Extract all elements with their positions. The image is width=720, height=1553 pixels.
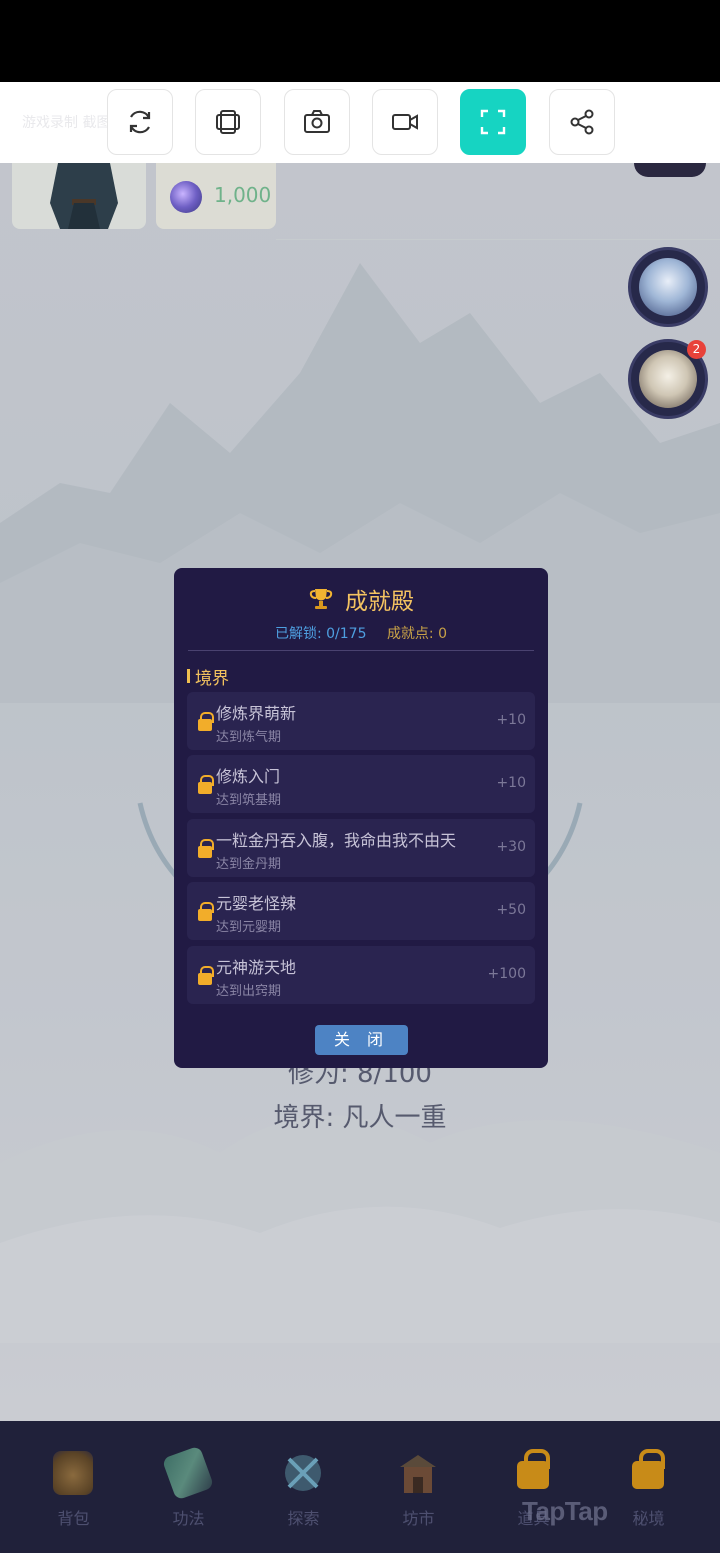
refresh-button[interactable] [107,89,173,155]
modal-header: 成就殿 [174,582,548,616]
rotate-screen-button[interactable] [195,89,261,155]
share-icon [570,109,594,135]
lock-icon [198,839,214,858]
achievement-desc: 达到金丹期 [216,857,282,872]
lock-icon [632,1449,665,1489]
lock-icon [198,775,214,794]
lock-icon [517,1449,550,1489]
section-marker [187,669,190,683]
achievement-reward: +10 [496,775,526,791]
profile-avatar[interactable] [634,163,706,177]
close-button[interactable]: 关 闭 [315,1025,408,1055]
divider [188,650,534,651]
immortal-icon [639,258,697,316]
nav-secret-realm-locked[interactable]: 秘境 [591,1421,706,1553]
list-item[interactable]: 元神游天地 达到出窍期 +100 [187,946,535,1004]
achievement-reward: +30 [496,839,526,855]
achievement-name: 元婴老怪辣 [216,894,297,913]
currency-value: 1,000 [214,183,272,207]
nav-label: 秘境 [632,1509,665,1528]
achievement-modal: 成就殿 已解锁: 0/175 成就点: 0 境界 修炼界萌新 达到炼气期 +10… [174,568,548,1068]
bag-icon [53,1451,93,1495]
divider [276,239,720,240]
achievement-desc: 达到筑基期 [216,793,282,808]
lock-icon [198,902,214,921]
unlocked-count: 已解锁: 0/175 [274,626,367,642]
achievement-name: 修炼入门 [216,767,281,786]
share-button[interactable] [549,89,615,155]
achievement-desc: 达到出窍期 [216,984,282,999]
achievement-stats: 已解锁: 0/175 成就点: 0 [174,623,548,643]
nav-items-locked[interactable]: 道具 [476,1421,591,1553]
crane-letter-icon [639,350,697,408]
video-icon [392,114,418,130]
achievement-reward: +50 [496,902,526,918]
achievement-desc: 达到炼气期 [216,730,282,745]
achievement-name: 修炼界萌新 [216,704,297,723]
nav-techniques[interactable]: 功法 [131,1421,246,1553]
character-portrait [50,163,118,229]
lock-icon [198,966,214,985]
achievement-desc: 达到元婴期 [216,920,282,935]
immortal-event-button[interactable] [628,247,708,327]
modal-title: 成就殿 [345,589,415,615]
record-video-button[interactable] [372,89,438,155]
achievement-reward: +100 [487,966,526,982]
rotate-screen-icon [216,110,240,134]
fullscreen-button[interactable] [460,89,526,155]
camera-icon [304,110,330,133]
status-bar [0,0,720,82]
list-item[interactable]: 修炼入门 达到筑基期 +10 [187,755,535,813]
market-icon [400,1455,436,1493]
spirit-stone-icon [170,181,202,213]
realm-text: 境界: 凡人一重 [273,1103,447,1133]
achievement-list[interactable]: 修炼界萌新 达到炼气期 +10 修炼入门 达到筑基期 +10 一粒金丹吞入腹，我… [187,692,535,1008]
achievement-name: 一粒金丹吞入腹，我命由我不由天 [216,831,457,850]
screenshot-button[interactable] [284,89,350,155]
notification-badge: 2 [687,340,706,359]
nav-label: 背包 [57,1509,90,1528]
achievement-name: 元神游天地 [216,958,297,977]
trophy-icon [309,589,333,609]
fullscreen-icon [480,109,506,135]
nav-explore[interactable]: 探索 [246,1421,361,1553]
nav-label: 坊市 [402,1509,435,1528]
achievement-points: 成就点: 0 [386,626,448,642]
list-item[interactable]: 修炼界萌新 达到炼气期 +10 [187,692,535,750]
refresh-icon [129,110,151,134]
lock-icon [198,712,214,731]
nav-market[interactable]: 坊市 [361,1421,476,1553]
achievement-reward: +10 [496,712,526,728]
list-item[interactable]: 一粒金丹吞入腹，我命由我不由天 达到金丹期 +30 [187,819,535,877]
nav-bag[interactable]: 背包 [16,1421,131,1553]
nav-label: 探索 [287,1509,320,1528]
nav-label: 功法 [172,1509,205,1528]
section-title: 境界 [195,669,229,689]
swords-icon [285,1455,321,1491]
list-item[interactable]: 元婴老怪辣 达到元婴期 +50 [187,882,535,940]
taptap-watermark: TapTap [522,1496,608,1526]
bottom-nav: 背包 功法 探索 坊市 道具 秘境 [0,1421,720,1553]
character-card[interactable] [12,163,146,229]
scroll-icon [161,1445,215,1501]
